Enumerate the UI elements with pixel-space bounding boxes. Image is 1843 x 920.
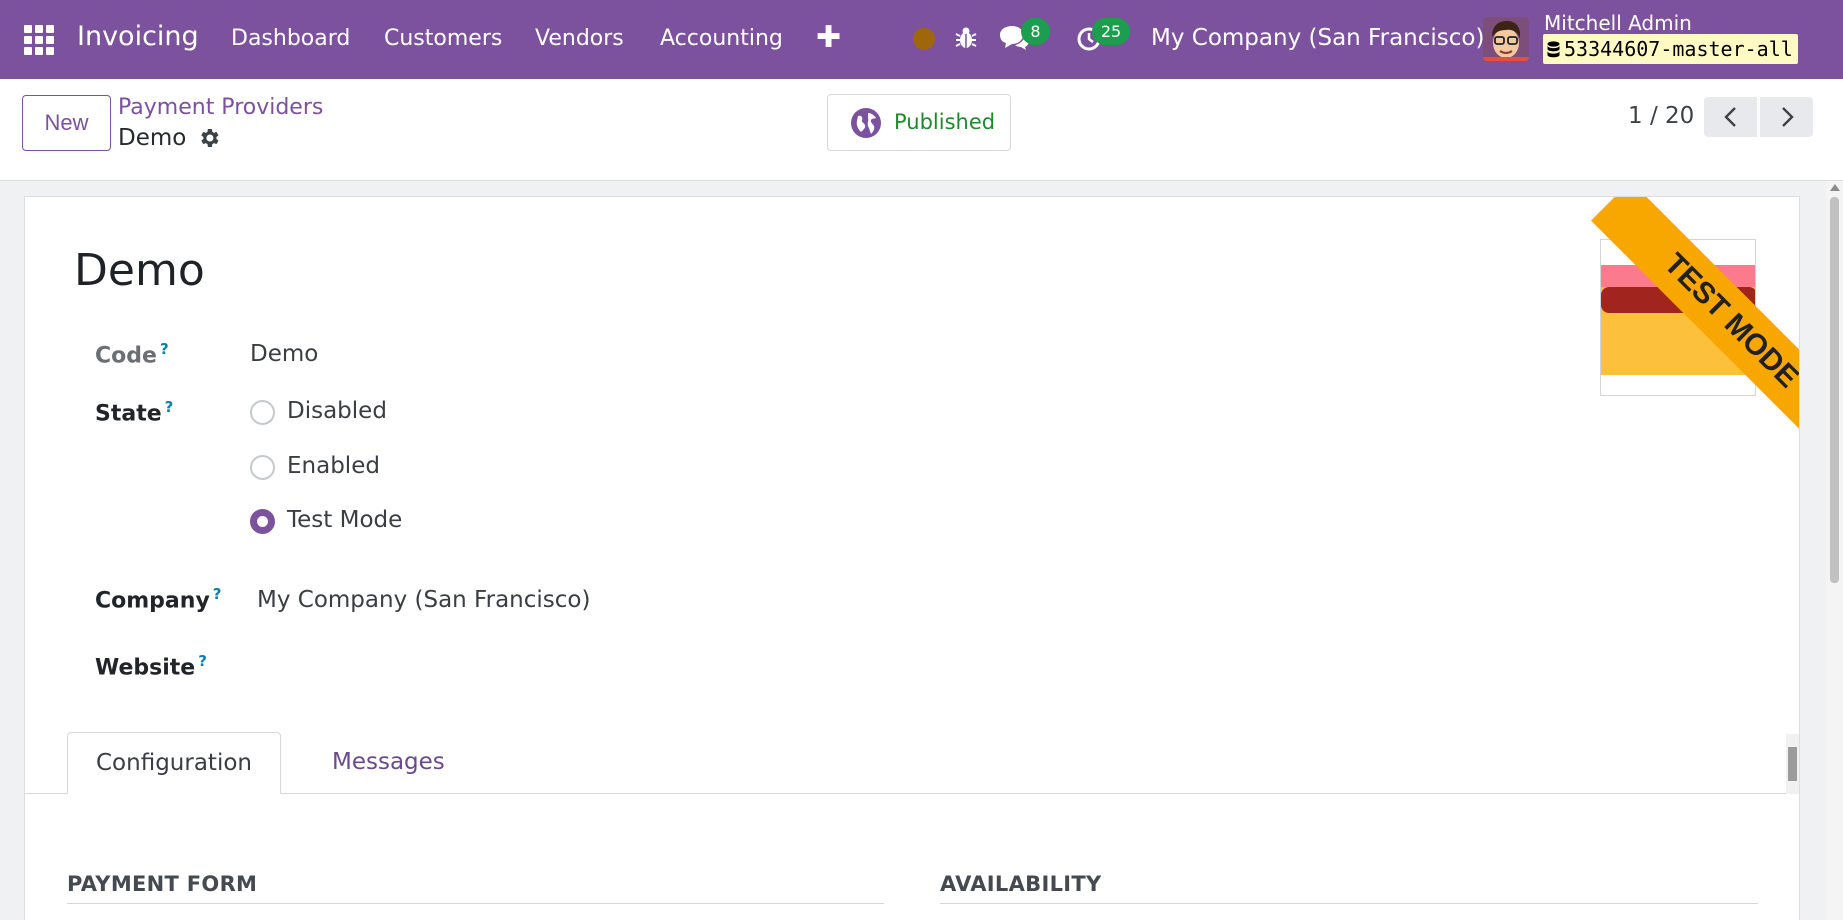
state-option-disabled[interactable]: Disabled bbox=[287, 398, 387, 424]
new-button[interactable]: New bbox=[22, 95, 111, 151]
state-help-icon[interactable]: ? bbox=[165, 398, 174, 416]
state-option-test-mode[interactable]: Test Mode bbox=[287, 507, 402, 533]
website-help-icon[interactable]: ? bbox=[198, 652, 207, 670]
published-toggle-button[interactable]: Published bbox=[827, 94, 1011, 151]
company-label: Company? bbox=[95, 585, 222, 614]
pager-next-button[interactable] bbox=[1760, 97, 1813, 137]
provider-image[interactable] bbox=[1600, 239, 1756, 396]
scroll-up-arrow-icon[interactable] bbox=[1830, 184, 1840, 191]
pager-previous-button[interactable] bbox=[1704, 97, 1757, 137]
database-name: 53344607-master-all bbox=[1564, 37, 1793, 61]
website-field[interactable] bbox=[257, 652, 857, 682]
globe-icon bbox=[851, 108, 881, 138]
payment-form-divider bbox=[67, 903, 884, 904]
user-avatar[interactable] bbox=[1483, 17, 1529, 61]
code-help-icon[interactable]: ? bbox=[160, 340, 169, 358]
app-name[interactable]: Invoicing bbox=[77, 21, 199, 52]
published-label: Published bbox=[894, 110, 996, 134]
database-badge: 53344607-master-all bbox=[1543, 34, 1798, 64]
page-scrollbar[interactable] bbox=[1826, 181, 1843, 920]
plus-icon[interactable]: ✚ bbox=[816, 20, 841, 55]
activity-count-badge: 25 bbox=[1092, 18, 1130, 45]
status-dot-icon[interactable] bbox=[913, 28, 935, 50]
chat-count-badge: 8 bbox=[1021, 18, 1050, 45]
top-navbar: Invoicing Dashboard Customers Vendors Ac… bbox=[0, 0, 1843, 79]
form-sheet: Demo TEST MODE Code? Demo State? Disable… bbox=[24, 196, 1800, 920]
pager-value[interactable]: 1 / 20 bbox=[1628, 103, 1694, 129]
credit-card-icon bbox=[1601, 265, 1755, 375]
company-help-icon[interactable]: ? bbox=[213, 585, 222, 603]
state-option-enabled[interactable]: Enabled bbox=[287, 453, 380, 479]
app-grid-icon[interactable] bbox=[24, 25, 56, 55]
company-switcher[interactable]: My Company (San Francisco) bbox=[1151, 25, 1484, 51]
scrollbar-thumb[interactable] bbox=[1830, 197, 1839, 583]
breadcrumb-current-record: Demo bbox=[118, 125, 187, 151]
state-radio-enabled[interactable] bbox=[250, 455, 275, 480]
tabs-scrollbar[interactable] bbox=[1786, 734, 1799, 794]
notebook-tabs: Configuration Messages bbox=[25, 732, 1799, 794]
chevron-right-icon bbox=[1782, 107, 1794, 127]
menu-dashboard[interactable]: Dashboard bbox=[231, 26, 350, 51]
gear-icon[interactable] bbox=[197, 126, 221, 150]
state-radio-test-mode[interactable] bbox=[250, 509, 275, 534]
availability-section-title: AVAILABILITY bbox=[940, 872, 1102, 896]
menu-customers[interactable]: Customers bbox=[384, 26, 502, 51]
code-value: Demo bbox=[250, 341, 319, 367]
record-title[interactable]: Demo bbox=[74, 245, 205, 296]
chevron-left-icon bbox=[1724, 107, 1736, 127]
state-label: State? bbox=[95, 398, 174, 427]
availability-divider bbox=[940, 903, 1758, 904]
code-label: Code? bbox=[95, 340, 169, 369]
menu-vendors[interactable]: Vendors bbox=[535, 26, 624, 51]
website-label: Website? bbox=[95, 652, 207, 681]
tab-configuration[interactable]: Configuration bbox=[67, 732, 281, 794]
database-icon bbox=[1547, 41, 1560, 58]
control-panel: New Payment Providers Demo Published 1 /… bbox=[0, 79, 1843, 181]
payment-form-section-title: PAYMENT FORM bbox=[67, 872, 258, 896]
company-field[interactable]: My Company (San Francisco) bbox=[257, 587, 590, 613]
state-radio-disabled[interactable] bbox=[250, 400, 275, 425]
breadcrumb-payment-providers[interactable]: Payment Providers bbox=[118, 95, 323, 120]
tab-messages[interactable]: Messages bbox=[304, 732, 473, 794]
bug-icon[interactable] bbox=[955, 26, 977, 50]
menu-accounting[interactable]: Accounting bbox=[660, 26, 783, 51]
user-name[interactable]: Mitchell Admin bbox=[1544, 11, 1692, 35]
